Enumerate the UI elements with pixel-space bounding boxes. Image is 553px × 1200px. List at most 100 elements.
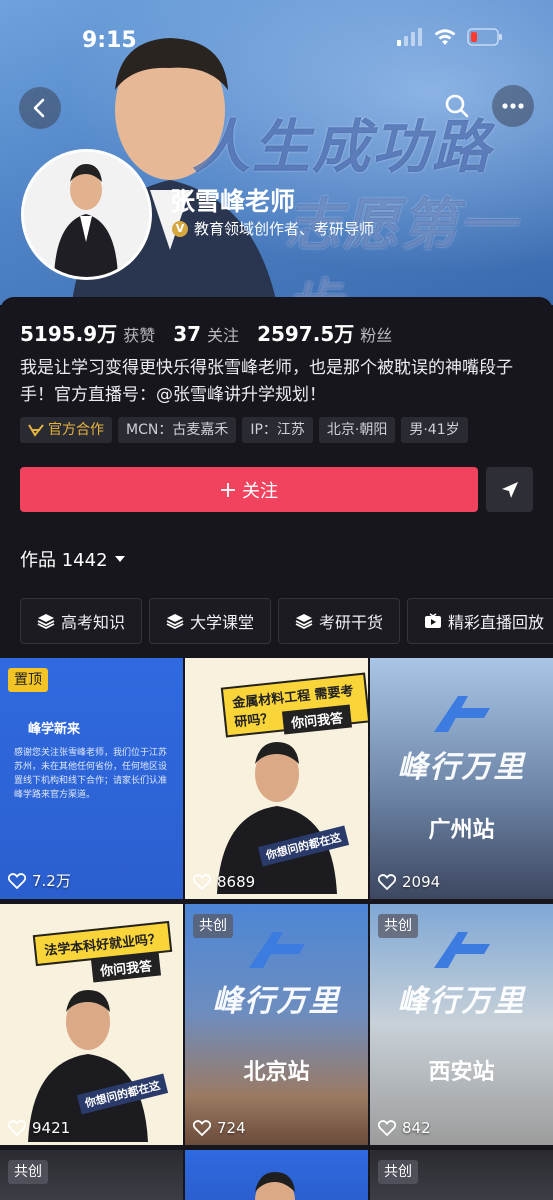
- handshake-icon: [28, 424, 44, 437]
- tile-brand: 峰学新来: [28, 722, 81, 737]
- tag-official[interactable]: 官方合作: [20, 417, 112, 443]
- followers-count[interactable]: 2597.5万: [257, 318, 354, 347]
- tile-brand: 峰行万里: [397, 750, 526, 785]
- chevron-left-icon: [33, 98, 45, 118]
- works-label: 作品 1442: [20, 550, 108, 571]
- like-count: 8689: [193, 873, 255, 891]
- tag-ip: IP：江苏: [242, 417, 313, 443]
- tag-row: 官方合作 MCN：古麦嘉禾 IP：江苏 北京·朝阳 男·41岁: [20, 417, 468, 443]
- video-tile[interactable]: 共创 峰行万里 西安站 842: [370, 904, 553, 1145]
- tag-mcn-label: MCN：古麦嘉禾: [126, 422, 229, 438]
- video-tile[interactable]: [185, 1150, 368, 1200]
- filter-gaokao-label: 高考知识: [61, 613, 126, 632]
- video-tile[interactable]: 峰行万里 广州站 2094: [370, 658, 553, 899]
- tag-official-label: 官方合作: [48, 422, 104, 438]
- tile-person-image: [28, 990, 148, 1142]
- like-count-value: 724: [217, 1119, 246, 1137]
- video-tile[interactable]: 共创: [370, 1150, 553, 1200]
- tag-gender-age-label: 男·41岁: [409, 422, 460, 438]
- video-tile[interactable]: 法学本科好就业吗？ 你问我答 你想问的都在这 9421: [0, 904, 183, 1145]
- tile-brand: 峰行万里: [212, 984, 341, 1019]
- likes-label: 获赞: [123, 326, 156, 345]
- tag-location-label: 北京·朝阳: [326, 422, 388, 438]
- like-count-value: 842: [402, 1119, 431, 1137]
- follow-label: 关注: [242, 480, 278, 502]
- video-tile[interactable]: 置顶 峰学新来 感谢您关注张雪峰老师，我们位于江苏苏州，未在其他任何省份，任何地…: [0, 658, 183, 899]
- tile-station: 广州站: [428, 818, 495, 843]
- heart-icon: [378, 874, 396, 890]
- heart-icon: [8, 1120, 26, 1136]
- tile-brand: 峰行万里: [397, 984, 526, 1019]
- filter-university-label: 大学课堂: [190, 613, 255, 632]
- layers-icon: [166, 614, 184, 629]
- like-count-value: 2094: [402, 873, 441, 891]
- share-button[interactable]: [486, 467, 533, 512]
- like-count: 724: [193, 1119, 246, 1137]
- avatar-person-image: [24, 152, 149, 277]
- battery-icon: [467, 28, 502, 46]
- co-creation-badge: 共创: [193, 914, 233, 938]
- banner-slogan-line2: 志愿第一步: [285, 193, 517, 305]
- status-time: 9:15: [82, 28, 137, 53]
- brand-logo-icon: [434, 696, 490, 732]
- pinned-badge: 置顶: [8, 668, 48, 692]
- like-count: 2094: [378, 873, 440, 891]
- works-selector[interactable]: 作品 1442: [20, 546, 126, 572]
- tag-location: 北京·朝阳: [318, 417, 396, 443]
- co-creation-badge: 共创: [378, 914, 418, 938]
- following-label[interactable]: 关注: [207, 322, 239, 346]
- video-tile[interactable]: 金属材料工程 需要考研吗？ 你问我答 你想问的都在这 8689: [185, 658, 368, 899]
- send-icon: [501, 481, 518, 498]
- brand-logo-icon: [249, 932, 305, 968]
- video-tile[interactable]: 共创 峰行万里 北京站 724: [185, 904, 368, 1145]
- back-button[interactable]: [19, 87, 61, 129]
- like-count-value: 8689: [217, 873, 256, 891]
- plus-icon: [221, 482, 235, 497]
- followers-label[interactable]: 粉丝: [360, 322, 392, 346]
- tile-station: 西安站: [428, 1060, 495, 1085]
- search-icon: [445, 94, 469, 118]
- verified-badge-icon: V: [172, 220, 188, 237]
- co-creation-badge: 共创: [378, 1160, 418, 1184]
- tile-person-image: [255, 1172, 295, 1200]
- follow-button[interactable]: 关注: [20, 467, 478, 512]
- tag-mcn: MCN：古麦嘉禾: [118, 417, 237, 443]
- tag-ip-label: IP：江苏: [250, 422, 305, 438]
- avatar[interactable]: [21, 149, 152, 280]
- like-count: 9421: [8, 1119, 70, 1137]
- caret-down-icon: [114, 556, 125, 562]
- heart-icon: [193, 874, 211, 890]
- like-count: 842: [378, 1119, 431, 1137]
- filter-gaokao[interactable]: 高考知识: [20, 598, 143, 644]
- more-button[interactable]: [492, 85, 534, 127]
- heart-icon: [378, 1120, 396, 1136]
- profile-bio: 我是让学习变得更快乐得张雪峰老师，也是那个被耽误的神嘴段子手！官方直播号：@张雪…: [20, 358, 513, 405]
- profile-name: 张雪峰老师: [170, 187, 296, 216]
- search-button[interactable]: [436, 85, 478, 127]
- filter-university[interactable]: 大学课堂: [149, 598, 272, 644]
- like-count-value: 7.2万: [32, 872, 71, 890]
- like-count: 7.2万: [8, 870, 71, 891]
- layers-icon: [295, 614, 313, 629]
- likes-count: 5195.9万: [20, 322, 118, 346]
- collection-filters: 高考知识 大学课堂 考研干货 精彩直播回放: [20, 598, 553, 644]
- status-icons: [397, 28, 503, 46]
- more-dots-icon: [502, 103, 524, 109]
- tag-gender-age: 男·41岁: [401, 417, 468, 443]
- like-count-value: 9421: [32, 1119, 71, 1137]
- filter-live-replay-label: 精彩直播回放: [448, 613, 545, 632]
- filter-live-replay[interactable]: 精彩直播回放: [407, 598, 553, 644]
- heart-icon: [8, 872, 26, 889]
- verify-row: V 教育领域创作者、考研导师: [172, 218, 374, 239]
- signal-icon: [397, 28, 422, 46]
- video-tile[interactable]: 共创: [0, 1150, 183, 1200]
- filter-kaoyan[interactable]: 考研干货: [278, 598, 401, 644]
- co-creation-badge: 共创: [8, 1160, 48, 1184]
- brand-logo-icon: [434, 932, 490, 968]
- tile-station: 北京站: [243, 1060, 310, 1085]
- verify-text: 教育领域创作者、考研导师: [194, 220, 375, 238]
- following-count[interactable]: 37: [173, 322, 201, 346]
- tv-play-icon: [425, 613, 442, 628]
- layers-icon: [37, 614, 55, 629]
- tile-person-image: [217, 742, 337, 894]
